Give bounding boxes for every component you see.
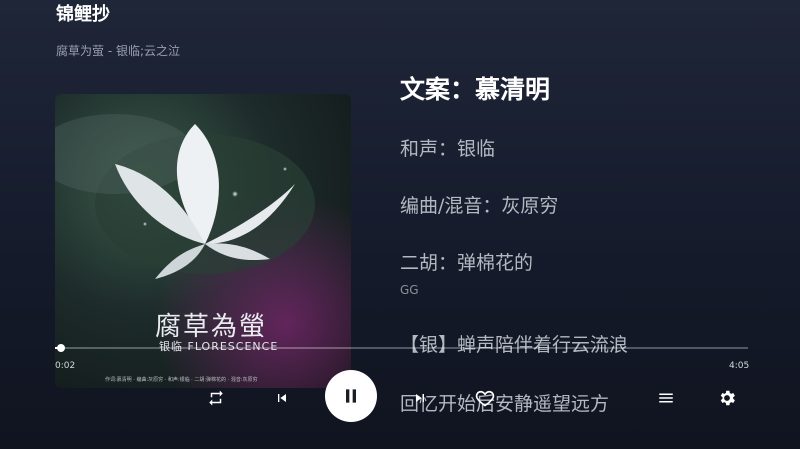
favorite-button[interactable] (472, 385, 498, 411)
cover-subtitle: 银临 FLORESCENCE (159, 340, 279, 353)
repeat-icon (209, 390, 223, 406)
gear-icon (720, 390, 735, 406)
heart-outline-icon (475, 390, 495, 407)
lyric-line[interactable]: 文案：慕清明 (400, 70, 550, 106)
lyric-line[interactable]: 编曲/混音：灰原穷 (400, 191, 558, 218)
playlist-icon (659, 393, 673, 403)
pause-icon (346, 389, 356, 403)
lyric-line[interactable]: GG (400, 283, 419, 297)
skip-previous-icon (278, 394, 286, 402)
progress-bar[interactable] (55, 344, 748, 352)
progress-knob[interactable] (56, 344, 65, 352)
song-title: 锦鲤抄 (56, 4, 110, 25)
total-time: 4:05 (729, 361, 750, 371)
current-time: 0:02 (55, 361, 76, 371)
lyric-line[interactable]: 【银】蝉声陪伴着行云流浪 (400, 330, 628, 357)
previous-button[interactable] (270, 386, 294, 410)
next-button[interactable] (408, 386, 432, 410)
lyric-line[interactable]: 和声：银临 (400, 134, 495, 161)
repeat-button[interactable] (204, 386, 228, 410)
cover-credits: 作词:慕清明 · 编曲:灰原穷 · 和声:银临 · 二胡:弹棉花的 · 混音:灰… (105, 377, 258, 383)
settings-button[interactable] (714, 385, 740, 411)
skip-next-icon (416, 394, 424, 402)
playlist-button[interactable] (654, 386, 678, 410)
play-pause-button[interactable] (325, 370, 377, 422)
song-subtitle: 腐草为萤 - 银临;云之泣 (56, 44, 181, 58)
lyric-line[interactable]: 二胡：弹棉花的 (400, 248, 533, 275)
album-cover: 腐草為螢 银临 FLORESCENCE 作词:慕清明 · 编曲:灰原穷 · 和声… (55, 94, 351, 388)
